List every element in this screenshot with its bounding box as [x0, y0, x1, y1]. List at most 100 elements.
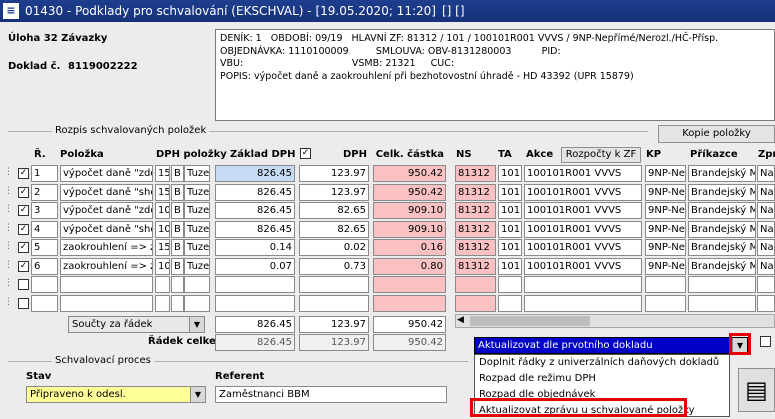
table-cell[interactable] — [155, 276, 170, 293]
table-cell[interactable]: 0.16 — [373, 239, 446, 256]
table-cell[interactable]: B — [171, 202, 184, 219]
table-cell[interactable]: 9NP-Ne — [645, 184, 686, 201]
table-cell[interactable]: 826.45 — [215, 165, 295, 182]
row-checkbox[interactable]: ✓ — [18, 168, 29, 179]
referent-field[interactable]: Zaměstnanci BBM — [215, 386, 447, 403]
table-cell[interactable]: výpočet daně "shor — [60, 221, 153, 238]
table-cell[interactable] — [60, 276, 153, 293]
table-cell[interactable]: 9NP-Ne — [645, 165, 686, 182]
table-cell[interactable]: 123.97 — [299, 184, 369, 201]
table-cell[interactable]: 6 — [31, 258, 58, 275]
table-cell[interactable] — [31, 295, 58, 312]
table-cell[interactable]: 15 — [155, 165, 170, 182]
row-handle[interactable]: ⋮ — [4, 186, 14, 200]
dropdown-option[interactable]: Doplnit řádky z univerzálních daňových d… — [475, 355, 729, 371]
table-cell[interactable] — [155, 295, 170, 312]
select-all-checkbox[interactable]: ✓ — [300, 148, 311, 159]
table-cell[interactable]: 826.45 — [215, 221, 295, 238]
table-cell[interactable]: 4 — [31, 221, 58, 238]
table-cell[interactable]: 10 — [155, 258, 170, 275]
extra-checkbox[interactable] — [760, 336, 771, 347]
table-cell[interactable]: výpočet daně "zdol — [60, 202, 153, 219]
table-cell[interactable] — [215, 295, 295, 312]
table-cell[interactable]: 100101R001 VVVS — [524, 239, 642, 256]
table-cell[interactable]: zaokrouhlení => za — [60, 239, 153, 256]
table-cell[interactable] — [455, 295, 496, 312]
table-cell[interactable]: 0.14 — [215, 239, 295, 256]
table-cell[interactable] — [60, 295, 153, 312]
table-cell[interactable]: výpočet daně "zdol — [60, 165, 153, 182]
row-checkbox[interactable] — [18, 279, 29, 290]
table-cell[interactable]: 3 — [31, 202, 58, 219]
table-cell[interactable]: 100101R001 VVVS — [524, 165, 642, 182]
table-cell[interactable]: 100101R001 VVVS — [524, 258, 642, 275]
document-image-button[interactable]: ▤ — [738, 368, 775, 412]
table-cell[interactable] — [498, 276, 522, 293]
table-cell[interactable] — [757, 295, 775, 312]
table-cell[interactable]: 950.42 — [373, 165, 446, 182]
table-cell[interactable]: 9NP-Ne — [645, 202, 686, 219]
table-cell[interactable]: 101 — [498, 239, 522, 256]
budgets-button[interactable]: Rozpočty k ZF — [561, 147, 641, 163]
table-hscrollbar[interactable]: ◀ — [455, 314, 775, 328]
table-cell[interactable]: Na — [757, 258, 775, 275]
document-info-box[interactable]: DENÍK: 1 OBDOBÍ: 09/19 HLAVNÍ ZF: 81312 … — [215, 29, 775, 121]
copy-item-button[interactable]: Kopie položky — [658, 125, 775, 143]
scroll-left-icon[interactable]: ◀ — [457, 315, 464, 325]
table-cell[interactable]: výpočet daně "shor — [60, 184, 153, 201]
table-cell[interactable]: Brandejský M — [688, 258, 756, 275]
table-cell[interactable] — [171, 295, 184, 312]
chevron-down-icon[interactable]: ▼ — [732, 338, 747, 353]
table-cell[interactable]: 100101R001 VVVS — [524, 221, 642, 238]
table-cell[interactable]: Tuze — [184, 221, 210, 238]
row-checkbox[interactable] — [18, 298, 29, 309]
table-cell[interactable]: zaokrouhlení => za — [60, 258, 153, 275]
table-cell[interactable]: 81312 — [455, 184, 496, 201]
table-cell[interactable]: Tuze — [184, 258, 210, 275]
table-cell[interactable]: 10 — [155, 202, 170, 219]
table-cell[interactable]: 123.97 — [299, 165, 369, 182]
table-cell[interactable]: Na — [757, 165, 775, 182]
table-cell[interactable]: B — [171, 221, 184, 238]
table-cell[interactable]: 81312 — [455, 221, 496, 238]
table-cell[interactable]: Brandejský M — [688, 184, 756, 201]
table-cell[interactable]: 0.02 — [299, 239, 369, 256]
table-cell[interactable]: Tuze — [184, 184, 210, 201]
table-cell[interactable]: 15 — [155, 184, 170, 201]
table-cell[interactable]: 9NP-Ne — [645, 258, 686, 275]
row-handle[interactable]: ⋮ — [4, 204, 14, 218]
table-cell[interactable]: Tuze — [184, 202, 210, 219]
table-cell[interactable]: 100101R001 VVVS — [524, 184, 642, 201]
dropdown-option[interactable]: Rozpad dle objednávek — [475, 387, 729, 403]
sums-select[interactable]: Součty za řádek ▼ — [68, 316, 205, 333]
table-cell[interactable]: 10 — [155, 221, 170, 238]
table-cell[interactable]: 1 — [31, 165, 58, 182]
table-cell[interactable]: 81312 — [455, 239, 496, 256]
row-checkbox[interactable]: ✓ — [18, 242, 29, 253]
table-cell[interactable]: Na — [757, 184, 775, 201]
table-cell[interactable]: 82.65 — [299, 202, 369, 219]
row-handle[interactable]: ⋮ — [4, 260, 14, 274]
row-handle[interactable]: ⋮ — [4, 241, 14, 255]
table-cell[interactable] — [171, 276, 184, 293]
table-cell[interactable] — [524, 295, 642, 312]
table-cell[interactable] — [373, 295, 446, 312]
table-cell[interactable]: B — [171, 165, 184, 182]
table-cell[interactable]: 9NP-Ne — [645, 221, 686, 238]
table-cell[interactable]: 101 — [498, 258, 522, 275]
action-dropdown[interactable]: Aktualizovat dle prvotního dokladu ▼ — [474, 337, 748, 354]
table-cell[interactable] — [524, 276, 642, 293]
table-cell[interactable]: 101 — [498, 184, 522, 201]
table-cell[interactable]: Brandejský M — [688, 202, 756, 219]
table-cell[interactable]: B — [171, 184, 184, 201]
table-cell[interactable] — [645, 276, 686, 293]
table-cell[interactable]: 15 — [155, 239, 170, 256]
row-checkbox[interactable]: ✓ — [18, 187, 29, 198]
row-handle[interactable]: ⋮ — [4, 223, 14, 237]
table-cell[interactable] — [645, 295, 686, 312]
table-cell[interactable]: Brandejský M — [688, 221, 756, 238]
dropdown-option[interactable]: Rozpad dle režimu DPH — [475, 371, 729, 387]
table-cell[interactable]: Brandejský M — [688, 165, 756, 182]
table-cell[interactable] — [184, 295, 210, 312]
table-cell[interactable] — [299, 295, 369, 312]
